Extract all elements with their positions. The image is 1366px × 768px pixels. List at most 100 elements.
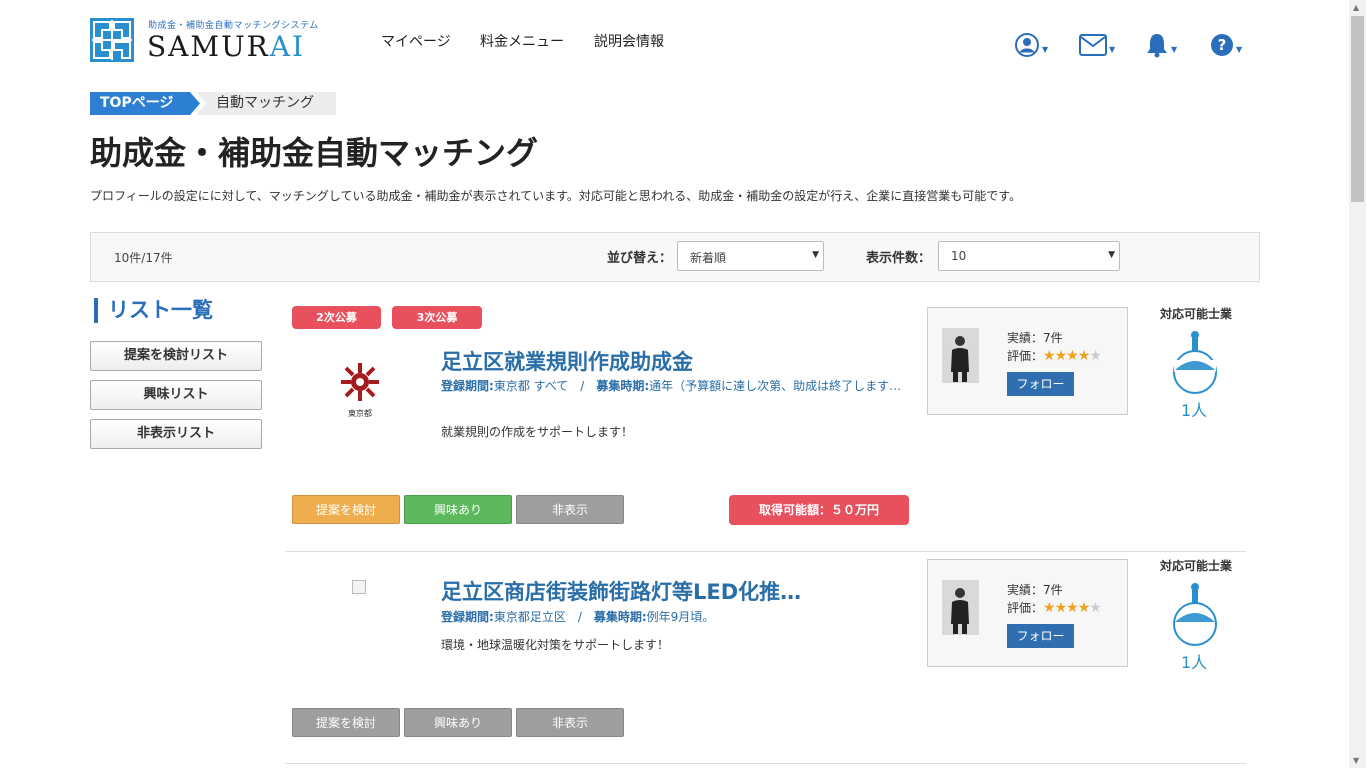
amount-badge: 取得可能額：５０万円 xyxy=(729,495,909,525)
scrollbar-thumb[interactable] xyxy=(1351,16,1364,202)
rating-label: 評価： xyxy=(1007,349,1044,363)
mail-icon xyxy=(1079,34,1107,56)
flask-icon xyxy=(1173,583,1217,646)
nav-mypage[interactable]: マイページ xyxy=(381,31,451,51)
qualified-experts-label: 対応可能士業 xyxy=(1160,559,1233,573)
sort-label: 並び替え： xyxy=(607,251,673,266)
breadcrumb-current: 自動マッチング xyxy=(196,92,336,115)
bell-icon xyxy=(1147,34,1167,58)
tokyo-emblem-icon xyxy=(341,363,379,401)
subsidy-meta: 登録期間:東京都足立区 / 募集時期:例年9月頃。 xyxy=(441,609,907,626)
meta-value: 東京都 すべて / xyxy=(493,379,597,393)
card-divider xyxy=(285,763,1246,764)
sort-select[interactable]: 新着順 ▼ xyxy=(677,241,824,271)
user-menu[interactable]: ▼ xyxy=(1014,30,1048,60)
page-description: プロフィールの設定にに対して、マッチングしている助成金・補助金が表示されています… xyxy=(90,189,1022,203)
nav-pricing[interactable]: 料金メニュー xyxy=(480,31,564,51)
chevron-down-icon: ▼ xyxy=(1042,44,1049,54)
logo[interactable]: 助成金・補助金自動マッチングシステム SAMURAI xyxy=(90,16,318,64)
sort-select-value: 新着順 xyxy=(690,251,727,265)
nav-seminar[interactable]: 説明会情報 xyxy=(594,31,664,51)
qualified-experts-label: 対応可能士業 xyxy=(1160,307,1233,321)
interest-list-button[interactable]: 興味リスト xyxy=(90,380,262,410)
subsidy-summary: 就業規則の作成をサポートします！ xyxy=(441,425,634,439)
help-menu[interactable]: ? ▼ xyxy=(1210,30,1242,60)
meta-label: 登録期間: xyxy=(441,610,494,624)
logo-wordmark: SAMURAI xyxy=(147,30,305,63)
star-icon: ★ xyxy=(1043,600,1056,616)
consider-button[interactable]: 提案を検討 xyxy=(292,495,400,524)
expert-record: 実績：7件 xyxy=(1007,583,1063,597)
expert-card: 実績：7件 評価：★★★★★ フォロー xyxy=(927,307,1128,415)
meta-value: 例年9月頃。 xyxy=(646,610,715,624)
meta-label: 登録期間: xyxy=(441,379,494,393)
star-icon: ★ xyxy=(1043,348,1056,364)
consider-button[interactable]: 提案を検討 xyxy=(292,708,400,737)
expert-card: 実績：7件 評価：★★★★★ フォロー xyxy=(927,559,1128,667)
interest-button[interactable]: 興味あり xyxy=(404,708,512,737)
chevron-down-icon: ▼ xyxy=(812,250,819,260)
mail-menu[interactable]: ▼ xyxy=(1079,30,1115,60)
tag-badge: 2次公募 xyxy=(292,306,381,329)
subsidy-meta: 登録期間:東京都 すべて / 募集時期:通年（予算額に達し次第、助成は終了します… xyxy=(441,378,907,395)
per-page-select[interactable]: 10 ▼ xyxy=(938,241,1120,271)
subsidy-title[interactable]: 足立区就業規則作成助成金 xyxy=(441,346,693,376)
card-divider xyxy=(285,551,1246,552)
star-icon: ★ xyxy=(1054,600,1068,616)
interest-button[interactable]: 興味あり xyxy=(404,495,512,524)
tag-badge: 3次公募 xyxy=(392,306,482,329)
hide-button[interactable]: 非表示 xyxy=(516,708,624,737)
flask-icon xyxy=(1173,331,1217,394)
qualified-experts-count: 1人 xyxy=(1181,401,1208,420)
subsidy-title[interactable]: 足立区商店街装飾街路灯等LED化推… xyxy=(441,576,801,606)
scroll-down-icon[interactable]: ▼ xyxy=(1353,756,1359,765)
notification-menu[interactable]: ▼ xyxy=(1145,30,1177,60)
scrollbar[interactable]: ▲ ▼ xyxy=(1349,0,1366,768)
star-icon: ★ xyxy=(1089,600,1102,616)
list-toolbar: 10件/17件 並び替え： 新着順 ▼ 表示件数： 10 ▼ xyxy=(90,232,1260,282)
page-title: 助成金・補助金自動マッチング xyxy=(90,134,539,172)
meta-value: 通年（予算額に達し次第、助成は終了します… xyxy=(649,379,902,393)
person-icon xyxy=(942,580,979,635)
breadcrumb-home[interactable]: TOPページ xyxy=(90,92,200,115)
emblem-caption: 東京都 xyxy=(348,409,372,418)
star-icon: ★ xyxy=(1089,348,1102,364)
chevron-down-icon: ▼ xyxy=(1109,44,1116,54)
rating-label: 評価： xyxy=(1007,601,1044,615)
star-icon: ★ xyxy=(1066,600,1079,616)
star-icon: ★ xyxy=(1054,348,1068,364)
person-icon xyxy=(942,328,979,383)
rating-stars: ★★★★★ xyxy=(1043,600,1102,616)
svg-text:?: ? xyxy=(1218,36,1227,54)
subsidy-summary: 環境・地球温暖化対策をサポートします！ xyxy=(441,638,670,652)
expert-photo[interactable] xyxy=(942,580,979,635)
consider-list-button[interactable]: 提案を検討リスト xyxy=(90,341,262,371)
star-icon: ★ xyxy=(1077,600,1091,616)
chevron-down-icon: ▼ xyxy=(1171,44,1178,54)
logo-mark-icon xyxy=(90,18,134,62)
scroll-up-icon[interactable]: ▲ xyxy=(1353,3,1359,12)
broken-image-icon xyxy=(352,580,366,594)
per-page-label: 表示件数： xyxy=(866,251,932,266)
chevron-down-icon: ▼ xyxy=(1108,250,1115,260)
hide-button[interactable]: 非表示 xyxy=(516,495,624,524)
follow-button[interactable]: フォロー xyxy=(1007,372,1074,396)
chevron-down-icon: ▼ xyxy=(1236,44,1243,54)
per-page-select-value: 10 xyxy=(951,249,967,263)
star-icon: ★ xyxy=(1077,348,1091,364)
expert-rating: 評価：★★★★★ xyxy=(1007,347,1102,364)
meta-value: 東京都足立区 / xyxy=(493,610,594,624)
logo-word-b: AI xyxy=(269,30,306,63)
hidden-list-button[interactable]: 非表示リスト xyxy=(90,419,262,449)
expert-rating: 評価：★★★★★ xyxy=(1007,599,1102,616)
logo-word-a: SAMUR xyxy=(147,30,270,63)
star-icon: ★ xyxy=(1066,348,1079,364)
tokyo-emblem: 東京都 xyxy=(335,360,385,418)
expert-record: 実績：7件 xyxy=(1007,331,1063,345)
follow-button[interactable]: フォロー xyxy=(1007,624,1074,648)
rating-stars: ★★★★★ xyxy=(1043,348,1102,364)
user-icon xyxy=(1015,33,1039,57)
sidebar-title: リスト一覧 xyxy=(94,298,213,323)
qualified-experts-count: 1人 xyxy=(1181,653,1208,672)
expert-photo[interactable] xyxy=(942,328,979,383)
